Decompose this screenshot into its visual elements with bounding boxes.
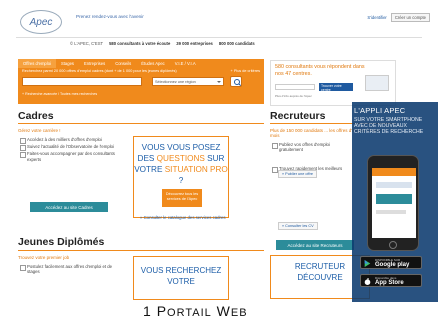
phone-text — [376, 210, 406, 214]
question-part: VOTRE — [134, 165, 165, 174]
question-line: VOTRE SITUATION PRO ? — [134, 164, 228, 186]
caption-small: EB — [230, 307, 248, 319]
centers-promo: 580 consultants vous répondent dans nos … — [270, 60, 396, 106]
stats-consultants: 580 consultants à votre écoute — [109, 41, 171, 46]
stats-companies: 39 000 entreprises — [176, 41, 213, 46]
find-center-button[interactable]: Trouver votre centre — [319, 83, 353, 92]
smartphone-image — [367, 155, 419, 251]
header-divider — [16, 37, 422, 38]
phone-app-bar — [372, 168, 416, 176]
create-account-button[interactable]: Créer un compte — [390, 13, 430, 22]
question-part: DES — [137, 154, 157, 163]
banner-line: VOTRE — [167, 277, 195, 286]
app-ad-subtitle: SUR VOTRE SMARTPHONE AVEC DE NOUVEAUX CR… — [354, 117, 423, 136]
question-part: ? — [178, 176, 184, 185]
tagline: Prenez rendez-vous avec l'avenir — [76, 14, 144, 19]
stats-candidates: 800 000 candidats — [218, 41, 255, 46]
phone-screen — [372, 168, 416, 238]
jeunes-divider — [18, 250, 264, 251]
tab-etudes[interactable]: Études Apec — [136, 59, 170, 68]
promo-note: Plus d'info auprès de l'Apec — [275, 94, 312, 98]
account-links: S'identifier Créer un compte — [367, 13, 430, 22]
list-item: Faites-vous accompagner par des consulta… — [20, 151, 126, 162]
promo-title: 580 consultants vous répondent dans nos … — [275, 64, 365, 77]
questions-text: VOUS VOUS POSEZ DES QUESTIONS SUR VOTRE … — [134, 142, 228, 186]
tab-entreprises[interactable]: Entreprises — [79, 59, 110, 68]
caption-cap: P — [156, 303, 168, 319]
photo-of-apec-homepage: Apec Prenez rendez-vous avec l'avenir S'… — [0, 0, 438, 322]
promo-image — [365, 75, 389, 91]
banner-line: VOUS RECHERCHEZ — [140, 266, 222, 275]
list-item: Accédez à des milliers d'offres d'emploi — [20, 137, 126, 145]
stats-intro: © L'APEC, C'EST — [70, 41, 104, 46]
region-select[interactable]: Sélectionnez une région — [152, 77, 224, 86]
phone-home-button — [389, 241, 397, 249]
search-tabs: Offres d'emploi Stages Entreprises Conse… — [18, 59, 201, 68]
more-criteria-link[interactable]: + Plus de critères — [231, 69, 260, 73]
tab-offres[interactable]: Offres d'emploi — [18, 59, 56, 68]
tab-conseils[interactable]: Conseils — [110, 59, 136, 68]
publish-offer-link[interactable]: » Publier une offre — [278, 170, 317, 178]
caption-cap: W — [216, 303, 231, 319]
recruteurs-title: Recruteurs — [270, 110, 326, 122]
app-ad-line: CRITÈRES DE RECHERCHE — [354, 129, 424, 136]
google-play-badge[interactable]: DISPONIBLE SUR Google play — [360, 256, 422, 269]
search-hint-row: Recherchez parmi 20 000 offres d'emploi … — [22, 69, 260, 73]
search-hint: Recherchez parmi 20 000 offres d'emploi … — [22, 69, 177, 73]
google-play-icon — [364, 260, 371, 267]
catalogue-link[interactable]: » Consulter le catalogue des services ca… — [140, 215, 260, 220]
cadres-divider — [18, 123, 264, 124]
jeunes-bullets: Postulez facilement aux offres d'emploi … — [20, 264, 120, 276]
phone-field — [376, 182, 412, 188]
apec-logo[interactable]: Apec — [20, 10, 62, 34]
badge-store-name: App Store — [375, 280, 404, 286]
list-item: Suivez l'actualité de l'Observatoire de … — [20, 144, 126, 152]
stats-bar: © L'APEC, C'EST 580 consultants à votre … — [70, 41, 255, 46]
search-panel: Offres d'emploi Stages Entreprises Conse… — [18, 59, 264, 104]
question-part: QUESTIONS — [156, 154, 205, 163]
cadres-title: Cadres — [18, 110, 54, 122]
search-icon[interactable] — [230, 76, 242, 87]
phone-button — [376, 194, 412, 204]
app-store-badge[interactable]: Disponible dans App Store — [360, 274, 422, 287]
question-line: VOUS VOUS POSEZ — [141, 143, 221, 152]
discover-services-button[interactable]: Découvrez tous les services de l'Apec — [162, 189, 202, 207]
jeunes-title: Jeunes Diplômés — [18, 236, 105, 248]
question-part: SITUATION PRO — [164, 165, 228, 174]
caption-word: PORTAIL — [157, 303, 212, 319]
consult-cv-link[interactable]: » Consulter les CV — [278, 222, 318, 230]
tab-stages[interactable]: Stages — [56, 59, 79, 68]
jeunes-subtitle: Trouvez votre premier job — [18, 255, 70, 260]
screen-area: Apec Prenez rendez-vous avec l'avenir S'… — [0, 0, 438, 302]
caption-small: ORTAIL — [167, 307, 212, 319]
slide-caption: 1 PORTAIL WEB — [143, 303, 248, 319]
tab-vie[interactable]: V.I.E / V.I.A — [170, 59, 201, 68]
jeunes-banner[interactable]: VOUS RECHERCHEZ VOTRE — [133, 256, 229, 300]
caption-number: 1 — [143, 303, 152, 319]
list-item: Postulez facilement aux offres d'emploi … — [20, 264, 120, 274]
cadres-subtitle: Gérez votre carrière ! — [18, 128, 61, 133]
question-line: DES QUESTIONS SUR — [134, 153, 228, 164]
questions-banner[interactable]: VOUS VOUS POSEZ DES QUESTIONS SUR VOTRE … — [133, 136, 229, 218]
jeunes-banner-text: VOUS RECHERCHEZ VOTRE — [134, 265, 228, 287]
list-item: Publiez vos offres d'emploi gratuitement — [272, 142, 352, 152]
question-part: SUR — [204, 154, 225, 163]
app-ad-title: L'APPLI APEC — [354, 106, 406, 115]
caption-word: WEB — [217, 303, 248, 319]
cadres-site-button[interactable]: Accédez au site Cadres — [30, 202, 108, 212]
signin-link[interactable]: S'identifier — [367, 15, 386, 20]
cadres-bullets: Accédez à des milliers d'offres d'emploi… — [20, 137, 126, 164]
recruteurs-site-button[interactable]: Accédez au site Recruteurs — [276, 240, 354, 250]
apple-icon — [364, 278, 371, 285]
keyword-input[interactable] — [22, 77, 142, 86]
advanced-search-link[interactable]: + Recherche avancée / Toutes mes recherc… — [22, 92, 97, 96]
postcode-input[interactable] — [275, 84, 315, 90]
badge-store-name: Google play — [375, 262, 410, 268]
